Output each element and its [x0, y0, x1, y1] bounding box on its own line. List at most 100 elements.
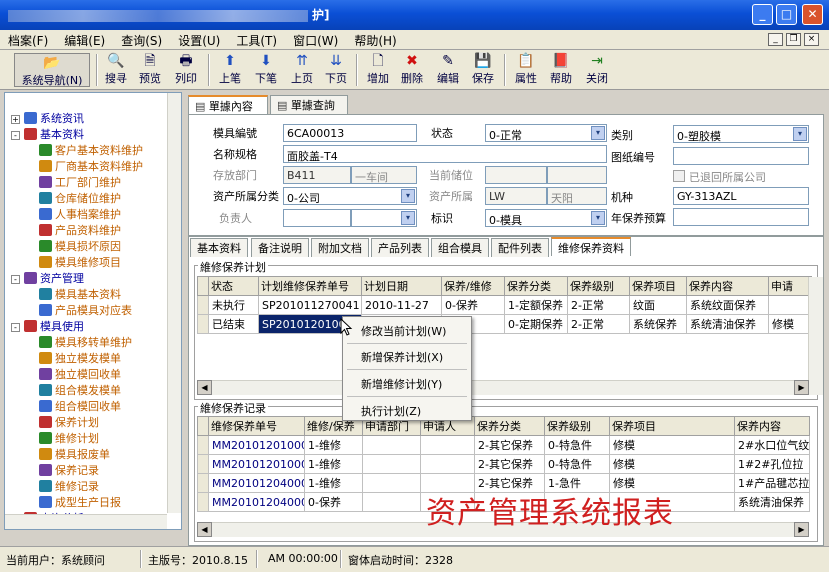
- mdi-close-button[interactable]: ×: [804, 33, 819, 46]
- table-cell[interactable]: 1-维修: [304, 454, 363, 474]
- tree-item[interactable]: 成型生产日报: [39, 495, 121, 511]
- table-row[interactable]: 未执行 SP201011270041 2010-11-27 0-保养 1-定额保养 2-正…: [197, 295, 812, 315]
- tree-item[interactable]: 人事档案维护: [39, 207, 121, 223]
- menu-settings[interactable]: 设置(U): [170, 30, 228, 51]
- menu-tools[interactable]: 工具(T): [228, 30, 285, 51]
- preview-button[interactable]: 🗎 预览: [136, 52, 164, 88]
- tree-item[interactable]: 独立模回收单: [39, 367, 121, 383]
- table-cell[interactable]: [768, 295, 812, 315]
- tree-item[interactable]: 保养计划: [39, 415, 99, 431]
- location-code-field[interactable]: [485, 166, 547, 184]
- budget-field[interactable]: [673, 208, 809, 226]
- table-cell[interactable]: [420, 435, 475, 455]
- column-header[interactable]: 保养项目: [629, 276, 687, 296]
- prev-record-button[interactable]: ⬆ 上笔: [216, 52, 244, 88]
- minimize-button[interactable]: _: [752, 4, 773, 25]
- subtab-combo-molds[interactable]: 组合模具: [431, 238, 489, 257]
- table-cell[interactable]: 0-定期保养: [504, 314, 568, 334]
- column-header[interactable]: 保养内容: [686, 276, 769, 296]
- tab-document-query[interactable]: ▤ 單據查詢: [270, 95, 348, 114]
- menu-new-maintenance-plan[interactable]: 新增保养计划(X): [361, 349, 443, 365]
- asset-owner-code-field[interactable]: LW: [485, 187, 547, 205]
- chevron-down-icon[interactable]: ▾: [591, 211, 605, 225]
- search-button[interactable]: 🔍 搜寻: [102, 52, 130, 88]
- table-cell[interactable]: [362, 492, 421, 512]
- table-cell[interactable]: 1-维修: [304, 435, 363, 455]
- add-button[interactable]: 🗋 增加: [364, 52, 392, 88]
- menu-file[interactable]: 档案(F): [0, 30, 56, 51]
- tree-item[interactable]: 模具移转单维护: [39, 335, 132, 351]
- tab-document-content[interactable]: ▤ 單據內容: [188, 95, 268, 114]
- row-indicator[interactable]: [197, 435, 209, 455]
- tree-item[interactable]: - 模具使用: [11, 319, 84, 335]
- table-cell[interactable]: 系统清油保养: [734, 492, 810, 512]
- print-button[interactable]: 🖶 列印: [172, 52, 200, 88]
- table-cell[interactable]: 2010-11-27: [361, 295, 442, 315]
- table-cell[interactable]: 0-保养: [304, 492, 363, 512]
- table-cell[interactable]: 系统纹面保养: [686, 295, 769, 315]
- tree-item[interactable]: 客户基本资料维护: [39, 143, 143, 159]
- tree-item[interactable]: 组合模发模单: [39, 383, 121, 399]
- edit-button[interactable]: ✎ 编辑: [434, 52, 462, 88]
- chevron-down-icon[interactable]: ▾: [401, 211, 415, 225]
- scroll-left-icon[interactable]: ◀: [197, 522, 212, 537]
- column-header[interactable]: 保养分类: [474, 416, 545, 436]
- close-window-button[interactable]: ⇥ 关闭: [583, 52, 611, 88]
- column-header[interactable]: 保养/维修: [441, 276, 505, 296]
- drawing-field[interactable]: [673, 147, 809, 165]
- table-cell[interactable]: [362, 473, 421, 493]
- owner-name-field[interactable]: ▾: [351, 209, 417, 227]
- menu-edit-current-plan[interactable]: 修改当前计划(W): [361, 323, 446, 339]
- owner-code-field[interactable]: [283, 209, 351, 227]
- table-row[interactable]: 已结束SP20101201001保养0-定期保养2-正常系统保养系统清油保养修模: [197, 314, 812, 334]
- subtab-notes[interactable]: 备注说明: [251, 238, 309, 257]
- column-header[interactable]: 维修保养单号: [208, 416, 305, 436]
- table-cell[interactable]: 0-特急件: [544, 454, 610, 474]
- column-header[interactable]: 计划维修保养单号: [258, 276, 362, 296]
- machine-field[interactable]: GY-313AZL: [673, 187, 809, 205]
- row-indicator[interactable]: [197, 314, 209, 334]
- table-cell[interactable]: 修模: [609, 435, 735, 455]
- table-cell[interactable]: 0-特急件: [544, 435, 610, 455]
- tree-item[interactable]: 工厂部门维护: [39, 175, 121, 191]
- tree-item[interactable]: 模具损坏原因: [39, 239, 121, 255]
- table-cell[interactable]: MM201012040003: [208, 473, 305, 493]
- subtab-attachments[interactable]: 附加文档: [311, 238, 369, 257]
- column-header[interactable]: 保养级别: [567, 276, 630, 296]
- table-cell[interactable]: 纹面: [629, 295, 687, 315]
- tree-horizontal-scrollbar[interactable]: [5, 514, 167, 529]
- row-indicator[interactable]: [197, 473, 209, 493]
- collapse-icon[interactable]: -: [11, 131, 20, 140]
- table-cell[interactable]: 1#2#孔位拉: [734, 454, 810, 474]
- tree-item[interactable]: 仓库储位维护: [39, 191, 121, 207]
- category-select[interactable]: 0-塑胶模 ▾: [673, 125, 809, 143]
- tree-item[interactable]: 模具基本资料: [39, 287, 121, 303]
- row-indicator[interactable]: [197, 492, 209, 512]
- table-cell[interactable]: 未执行: [208, 295, 259, 315]
- delete-button[interactable]: ✖ 删除: [398, 52, 426, 88]
- subtab-basic[interactable]: 基本资料: [190, 238, 248, 257]
- plan-vertical-scrollbar[interactable]: [808, 277, 823, 395]
- tree-vertical-scrollbar[interactable]: [167, 93, 181, 513]
- table-cell[interactable]: 修模: [768, 314, 812, 334]
- returned-checkbox[interactable]: [673, 170, 685, 182]
- properties-button[interactable]: 📋 属性: [512, 52, 540, 88]
- tree-item[interactable]: 维修计划: [39, 431, 99, 447]
- scroll-right-icon[interactable]: ▶: [794, 380, 809, 395]
- table-cell[interactable]: [420, 454, 475, 474]
- menu-window[interactable]: 窗口(W): [285, 30, 346, 51]
- mdi-minimize-button[interactable]: _: [768, 33, 783, 46]
- column-header[interactable]: 保养内容: [734, 416, 810, 436]
- menu-edit[interactable]: 编辑(E): [56, 30, 113, 51]
- menu-help[interactable]: 帮助(H): [346, 30, 404, 51]
- table-cell[interactable]: [362, 435, 421, 455]
- mdi-restore-button[interactable]: ❐: [786, 33, 801, 46]
- table-cell[interactable]: 1-定额保养: [504, 295, 568, 315]
- plan-horizontal-scrollbar[interactable]: [197, 380, 809, 395]
- system-nav-button[interactable]: 📂 系统导航(N): [14, 53, 90, 87]
- chevron-down-icon[interactable]: ▾: [401, 189, 415, 203]
- scroll-left-icon[interactable]: ◀: [197, 380, 212, 395]
- tree-item[interactable]: 维修记录: [39, 479, 99, 495]
- table-cell[interactable]: 2-正常: [567, 295, 630, 315]
- next-record-button[interactable]: ⬇ 下笔: [252, 52, 280, 88]
